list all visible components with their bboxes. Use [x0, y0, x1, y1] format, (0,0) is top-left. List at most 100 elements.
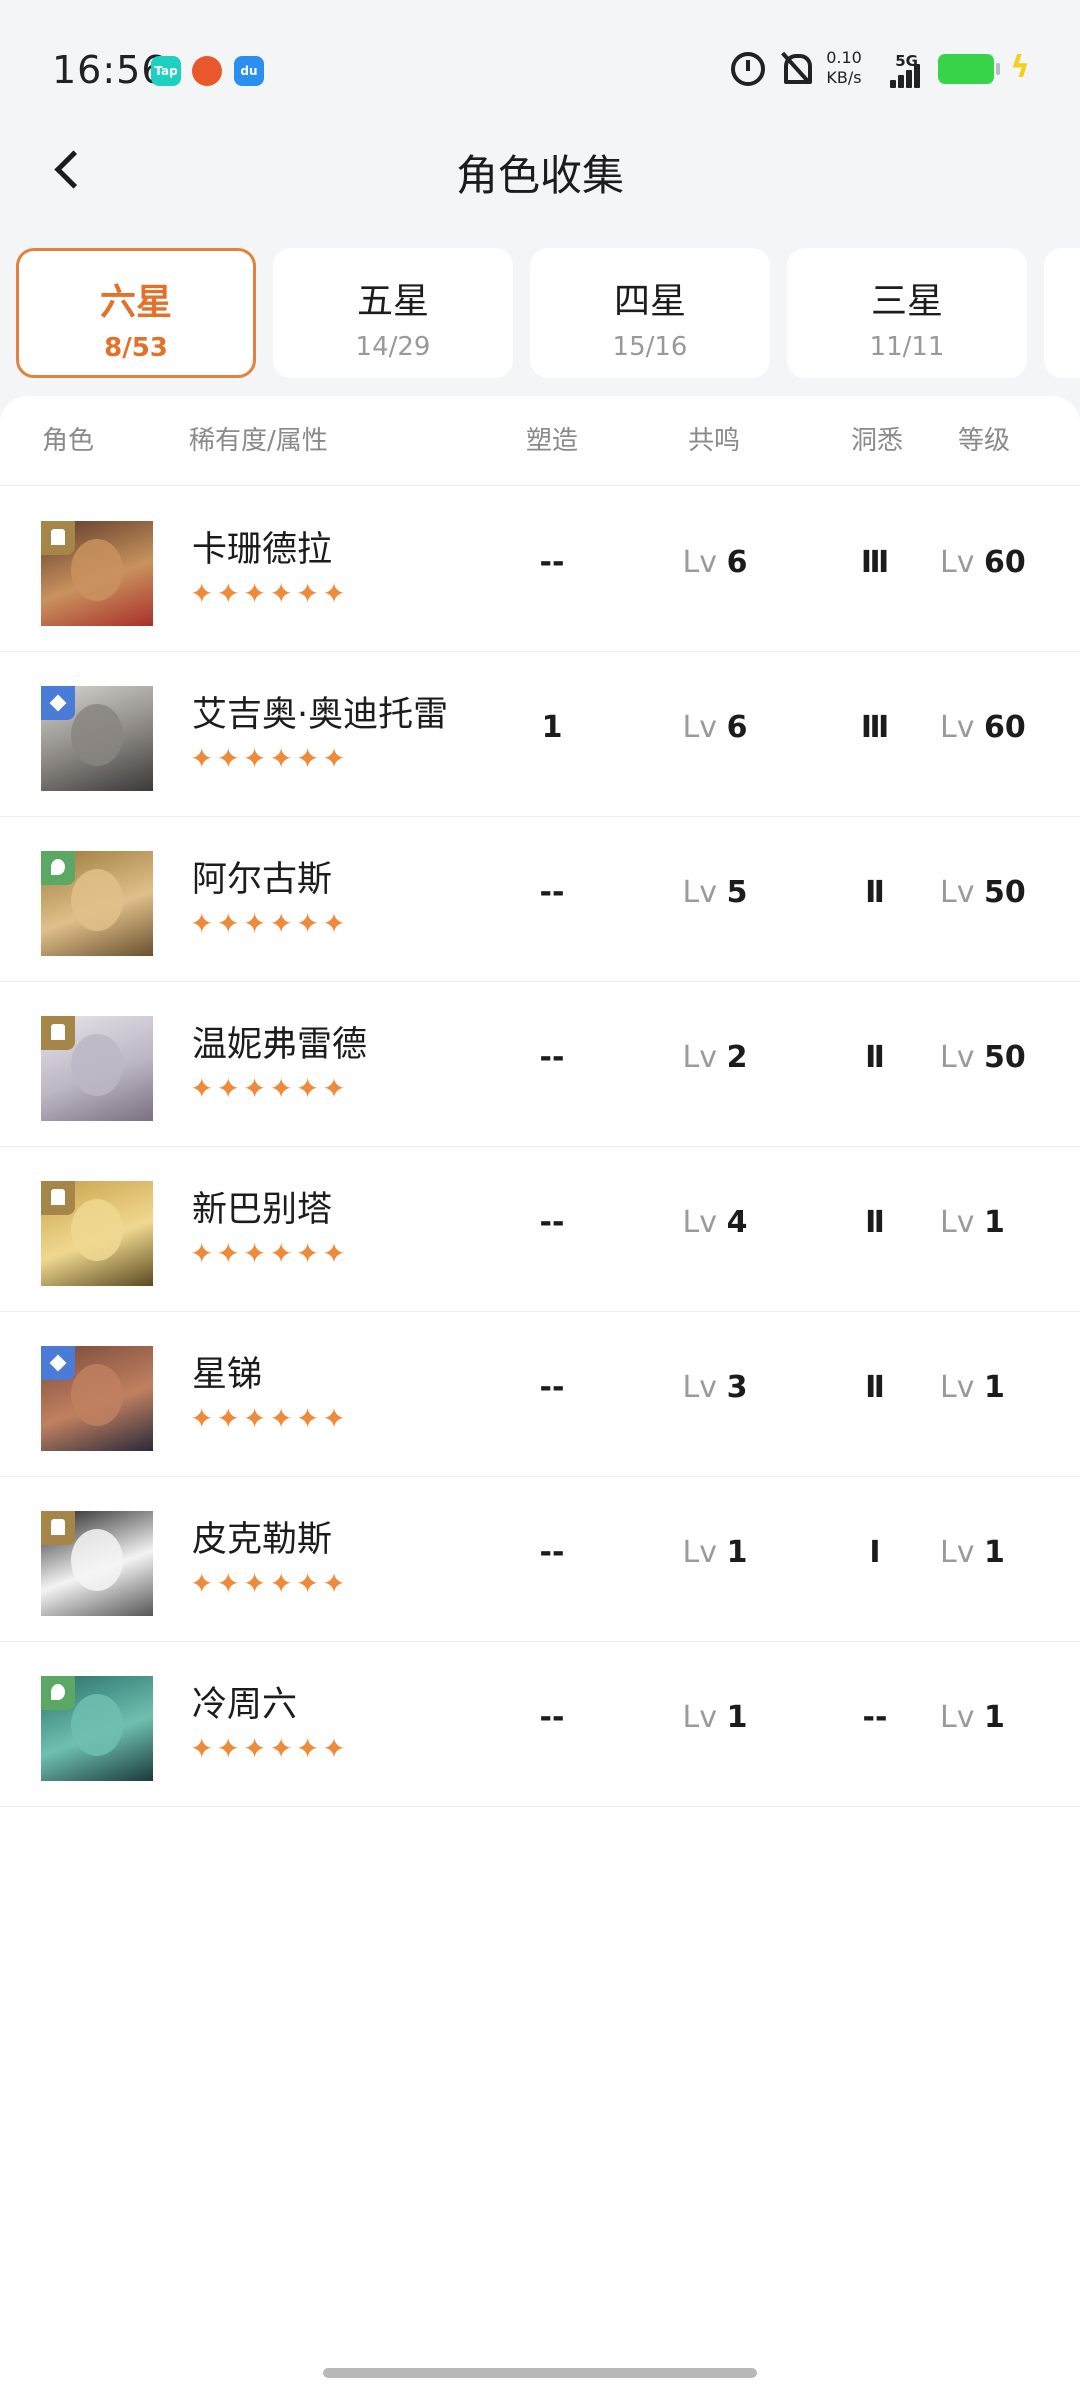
rarity-stars: ✦✦✦✦✦✦ — [190, 1567, 349, 1600]
column-header: 角色 稀有度/属性 塑造 共鸣 洞悉 等级 — [0, 396, 1080, 486]
level-value: Lv 1 — [940, 1535, 1060, 1570]
lv-label: Lv — [940, 545, 975, 580]
tab-label: 四星 — [613, 281, 686, 322]
character-name: 阿尔古斯 — [192, 860, 333, 900]
character-row[interactable]: 温妮弗雷德 ✦✦✦✦✦✦ -- Lv 2 Ⅱ Lv 50 — [0, 982, 1080, 1147]
shaping-value: -- — [539, 1370, 565, 1405]
lv-label: Lv — [940, 1040, 975, 1075]
earth-icon — [41, 521, 75, 555]
resonance-value: Lv 4 — [660, 1205, 770, 1240]
lv-label: Lv — [682, 875, 718, 910]
resonance-value: Lv 6 — [660, 545, 770, 580]
character-level: 1 — [984, 1370, 1005, 1405]
du-app-icon: du — [234, 56, 264, 86]
lv-label: Lv — [682, 1535, 718, 1570]
lv-label: Lv — [940, 1205, 975, 1240]
rarity-stars: ✦✦✦✦✦✦ — [190, 1072, 349, 1105]
tab-three-star[interactable]: 三星 11/11 — [787, 248, 1027, 378]
tab-label: 三星 — [870, 281, 943, 322]
plant-icon — [41, 1676, 75, 1710]
level-value: Lv 60 — [940, 545, 1060, 580]
column-character: 角色 — [42, 426, 95, 456]
column-shaping: 塑造 — [526, 426, 579, 456]
insight-value: Ⅱ — [865, 1205, 885, 1240]
tab-count: 11/11 — [869, 332, 945, 362]
character-row[interactable]: 冷周六 ✦✦✦✦✦✦ -- Lv 1 -- Lv 1 — [0, 1642, 1080, 1807]
mute-icon — [780, 50, 812, 84]
character-avatar — [41, 521, 153, 626]
tab-five-star[interactable]: 五星 14/29 — [273, 248, 513, 378]
food-app-icon — [192, 56, 222, 86]
level-value: Lv 60 — [940, 710, 1060, 745]
home-indicator — [323, 2368, 757, 2378]
tab-more[interactable] — [1044, 248, 1080, 378]
shaping-value: -- — [539, 545, 565, 580]
earth-icon — [41, 1016, 75, 1050]
lv-label: Lv — [682, 1370, 718, 1405]
column-level: 等级 — [958, 426, 1011, 456]
resonance-level: 6 — [726, 545, 748, 580]
character-avatar — [41, 851, 153, 956]
alarm-icon — [731, 52, 765, 86]
taptap-app-icon: Tap — [151, 56, 181, 86]
tab-count: 8/53 — [104, 333, 168, 363]
resonance-value: Lv 2 — [660, 1040, 770, 1075]
tab-count: 14/29 — [355, 332, 431, 362]
plant-icon — [41, 851, 75, 885]
character-avatar — [41, 1676, 153, 1781]
resonance-level: 5 — [726, 875, 748, 910]
resonance-level: 1 — [726, 1700, 748, 1735]
character-name: 星锑 — [192, 1355, 263, 1395]
charge-icon: ϟ — [1010, 50, 1030, 85]
earth-icon — [41, 1181, 75, 1215]
character-level: 60 — [984, 545, 1026, 580]
level-value: Lv 50 — [940, 1040, 1060, 1075]
character-row[interactable]: 新巴别塔 ✦✦✦✦✦✦ -- Lv 4 Ⅱ Lv 1 — [0, 1147, 1080, 1312]
lv-label: Lv — [682, 710, 718, 745]
star-icon — [41, 1346, 75, 1380]
rarity-stars: ✦✦✦✦✦✦ — [190, 577, 349, 610]
resonance-level: 6 — [726, 710, 748, 745]
level-value: Lv 1 — [940, 1205, 1060, 1240]
rarity-stars: ✦✦✦✦✦✦ — [190, 907, 349, 940]
level-value: Lv 50 — [940, 875, 1060, 910]
character-avatar — [41, 1346, 153, 1451]
tab-six-star[interactable]: 六星 8/53 — [16, 248, 256, 378]
rarity-stars: ✦✦✦✦✦✦ — [190, 1237, 349, 1270]
lv-label: Lv — [940, 710, 975, 745]
resonance-value: Lv 5 — [660, 875, 770, 910]
shaping-value: -- — [539, 1700, 565, 1735]
insight-value: Ⅱ — [865, 1370, 885, 1405]
resonance-level: 2 — [726, 1040, 748, 1075]
lv-label: Lv — [940, 1370, 975, 1405]
tab-four-star[interactable]: 四星 15/16 — [530, 248, 770, 378]
character-avatar — [41, 1181, 153, 1286]
character-row[interactable]: 艾吉奥·奥迪托雷 ✦✦✦✦✦✦ 1 Lv 6 Ⅲ Lv 60 — [0, 652, 1080, 817]
shaping-value: -- — [539, 1040, 565, 1075]
character-name: 温妮弗雷德 — [192, 1025, 368, 1065]
tab-label: 六星 — [99, 282, 172, 323]
character-level: 50 — [984, 875, 1026, 910]
lv-label: Lv — [682, 1700, 718, 1735]
resonance-value: Lv 1 — [660, 1535, 770, 1570]
character-name: 卡珊德拉 — [192, 530, 333, 570]
resonance-level: 1 — [726, 1535, 748, 1570]
page-title: 角色收集 — [455, 151, 624, 200]
earth-icon — [41, 1511, 75, 1545]
character-row[interactable]: 阿尔古斯 ✦✦✦✦✦✦ -- Lv 5 Ⅱ Lv 50 — [0, 817, 1080, 982]
character-row[interactable]: 星锑 ✦✦✦✦✦✦ -- Lv 3 Ⅱ Lv 1 — [0, 1312, 1080, 1477]
character-avatar — [41, 1511, 153, 1616]
rarity-tabs: 六星 8/53 五星 14/29 四星 15/16 三星 11/11 — [0, 246, 1080, 380]
character-name: 冷周六 — [192, 1685, 298, 1725]
character-row[interactable]: 皮克勒斯 ✦✦✦✦✦✦ -- Lv 1 Ⅰ Lv 1 — [0, 1477, 1080, 1642]
signal-icon — [882, 60, 922, 88]
insight-value: Ⅰ — [869, 1535, 881, 1570]
character-row[interactable]: 卡珊德拉 ✦✦✦✦✦✦ -- Lv 6 Ⅲ Lv 60 — [0, 487, 1080, 652]
lv-label: Lv — [682, 1205, 718, 1240]
character-level: 50 — [984, 1040, 1026, 1075]
lv-label: Lv — [940, 875, 975, 910]
insight-value: Ⅱ — [865, 1040, 885, 1075]
shaping-value: 1 — [541, 710, 563, 745]
insight-value: Ⅲ — [860, 710, 890, 745]
star-icon — [41, 686, 75, 720]
